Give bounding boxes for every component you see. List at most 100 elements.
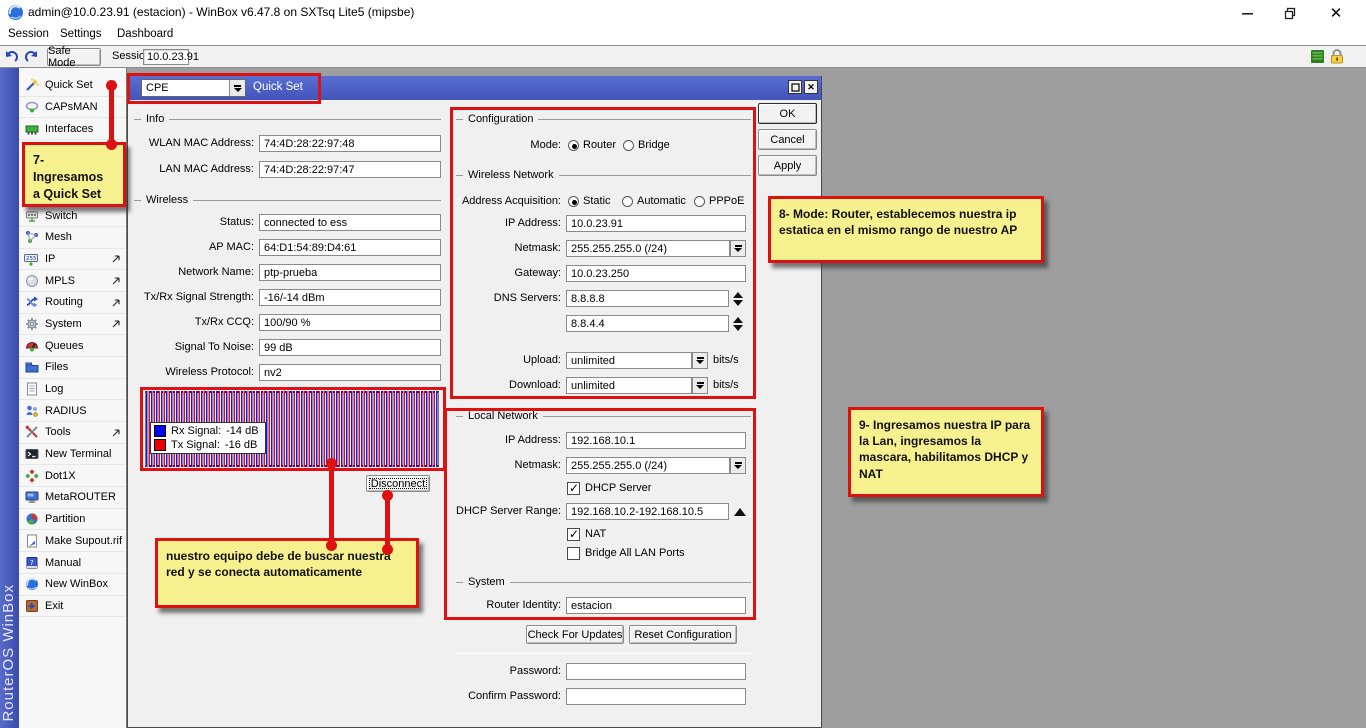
mode-bridge-radio[interactable]: Bridge (623, 139, 670, 152)
menu-dashboard[interactable]: Dashboard (117, 28, 173, 40)
window-restore-icon[interactable] (788, 80, 802, 94)
sidebar-item-tools[interactable]: Tools (19, 422, 126, 444)
menu-settings[interactable]: Settings (60, 28, 102, 40)
sidebar-item-metarouter[interactable]: MetaROUTER (19, 487, 126, 509)
dns2-spinner[interactable] (731, 315, 745, 332)
safe-mode-button[interactable]: Safe Mode (47, 48, 101, 66)
sidebar-item-routing[interactable]: Routing (19, 292, 126, 314)
confirm-password-label: Confirm Password: (428, 688, 561, 705)
sidebar-item-make-supout[interactable]: Make Supout.rif (19, 530, 126, 552)
sidebar-item-manual[interactable]: ? Manual (19, 552, 126, 574)
sidebar-item-ip[interactable]: 255 IP (19, 249, 126, 271)
ccq-field[interactable]: 100/90 % (259, 314, 441, 331)
pie-icon (24, 512, 39, 527)
sidebar-item-switch[interactable]: Switch (19, 205, 126, 227)
chevron-down-icon[interactable] (229, 80, 245, 96)
acq-static-radio[interactable]: Static (568, 195, 611, 208)
upload-field[interactable]: unlimited (566, 352, 692, 369)
session-field[interactable]: 10.0.23.91 (143, 49, 189, 65)
ok-button[interactable]: OK (758, 103, 817, 124)
memory-status-icon (1310, 49, 1325, 64)
address-acquisition-label: Address Acquisition: (428, 193, 561, 210)
lan-mac-field[interactable]: 74:4D:28:22:97:47 (259, 161, 441, 178)
annotation-line-quickset (109, 84, 114, 145)
dhcp-server-checkbox[interactable]: DHCP Server (567, 481, 651, 495)
minimize-button[interactable] (1228, 0, 1268, 26)
dns1-field[interactable]: 8.8.8.8 (566, 290, 729, 307)
wan-ip-field[interactable]: 10.0.23.91 (566, 215, 746, 232)
quick-set-titlebar[interactable]: CPE Quick Set ✕ (128, 76, 821, 100)
download-dropdown-icon[interactable] (692, 377, 708, 394)
acq-pppoe-radio[interactable]: PPPoE (694, 195, 744, 208)
dhcp-range-up-arrow[interactable] (733, 503, 747, 520)
dns2-field[interactable]: 8.8.4.4 (566, 315, 729, 332)
sidebar-item-new-winbox[interactable]: New WinBox (19, 574, 126, 596)
gateway-field[interactable]: 10.0.23.250 (566, 265, 746, 282)
annotation-dot (106, 139, 117, 150)
sidebar-item-mesh[interactable]: Mesh (19, 227, 126, 249)
globe-icon (24, 273, 39, 288)
dhcp-range-field[interactable]: 192.168.10.2-192.168.10.5 (566, 503, 729, 520)
wireless-protocol-field[interactable]: nv2 (259, 364, 441, 381)
sidebar-item-dot1x[interactable]: Dot1X (19, 465, 126, 487)
acq-automatic-radio[interactable]: Automatic (622, 195, 686, 208)
sidebar-item-partition[interactable]: Partition (19, 509, 126, 531)
network-name-field[interactable]: ptp-prueba (259, 264, 441, 281)
bridge-all-lan-checkbox[interactable]: Bridge All LAN Ports (567, 546, 685, 560)
wlan-mac-label: WLAN MAC Address: (134, 135, 254, 152)
check-for-updates-button[interactable]: Check For Updates (526, 625, 624, 644)
signal-to-noise-field[interactable]: 99 dB (259, 339, 441, 356)
wlan-mac-field[interactable]: 74:4D:28:22:97:48 (259, 135, 441, 152)
lan-netmask-field[interactable]: 255.255.255.0 (/24) (566, 457, 730, 474)
nat-checkbox[interactable]: NAT (567, 527, 606, 541)
lan-netmask-dropdown-icon[interactable] (730, 457, 746, 474)
password-field[interactable] (566, 663, 746, 680)
status-label: Status: (134, 214, 254, 231)
lan-ip-field[interactable]: 192.168.10.1 (566, 432, 746, 449)
restore-button[interactable] (1270, 0, 1310, 26)
configuration-section-header: Configuration (456, 113, 751, 125)
sidebar-item-radius[interactable]: RADIUS (19, 400, 126, 422)
winbox-logo-icon (7, 4, 24, 21)
reset-configuration-button[interactable]: Reset Configuration (629, 625, 737, 644)
sidebar-item-queues[interactable]: Queues (19, 335, 126, 357)
router-identity-label: Router Identity: (428, 597, 561, 614)
redo-icon[interactable] (23, 49, 40, 65)
router-identity-field[interactable]: estacion (566, 597, 746, 614)
tx-legend-label: Tx Signal: (171, 439, 220, 451)
sidebar-item-exit[interactable]: Exit (19, 596, 126, 618)
apply-button[interactable]: Apply (758, 155, 817, 176)
legend-tx-row: Tx Signal: -16 dB (154, 439, 259, 451)
sidebar-item-files[interactable]: Files (19, 357, 126, 379)
netmask-dropdown-icon[interactable] (730, 240, 746, 257)
sidebar-item-log[interactable]: Log (19, 379, 126, 401)
brand-strip: RouterOS WinBox (0, 68, 19, 728)
upload-dropdown-icon[interactable] (692, 352, 708, 369)
confirm-password-field[interactable] (566, 688, 746, 705)
wan-netmask-field[interactable]: 255.255.255.0 (/24) (566, 240, 730, 257)
manual-book-icon: ? (24, 555, 39, 570)
undo-icon[interactable] (3, 49, 20, 65)
toolbar: Safe Mode Session: 10.0.23.91 (0, 45, 1366, 68)
quick-set-window: CPE Quick Set ✕ OK Cancel Apply Info WLA… (127, 76, 822, 728)
status-field[interactable]: connected to ess (259, 214, 441, 231)
download-field[interactable]: unlimited (566, 377, 692, 394)
sidebar-item-new-terminal[interactable]: New Terminal (19, 444, 126, 466)
dns1-spinner[interactable] (731, 290, 745, 307)
close-button[interactable]: ✕ (1316, 0, 1356, 26)
annotation-dot (382, 544, 393, 555)
menu-session[interactable]: Session (8, 28, 49, 40)
ap-mac-field[interactable]: 64:D1:54:89:D4:61 (259, 239, 441, 256)
signal-strength-field[interactable]: -16/-14 dBm (259, 289, 441, 306)
dot1x-icon (24, 468, 39, 483)
mode-router-radio[interactable]: Router (568, 139, 616, 152)
quickset-mode-combobox[interactable]: CPE (141, 79, 246, 97)
disconnect-button[interactable]: Disconnect (366, 475, 430, 492)
sidebar-item-system[interactable]: System (19, 314, 126, 336)
window-close-icon[interactable]: ✕ (804, 80, 818, 94)
window-title: Quick Set (253, 81, 303, 93)
network-card-icon (24, 121, 39, 136)
cancel-button[interactable]: Cancel (758, 129, 817, 150)
sidebar-item-mpls[interactable]: MPLS (19, 270, 126, 292)
secure-lock-icon (1329, 48, 1345, 64)
